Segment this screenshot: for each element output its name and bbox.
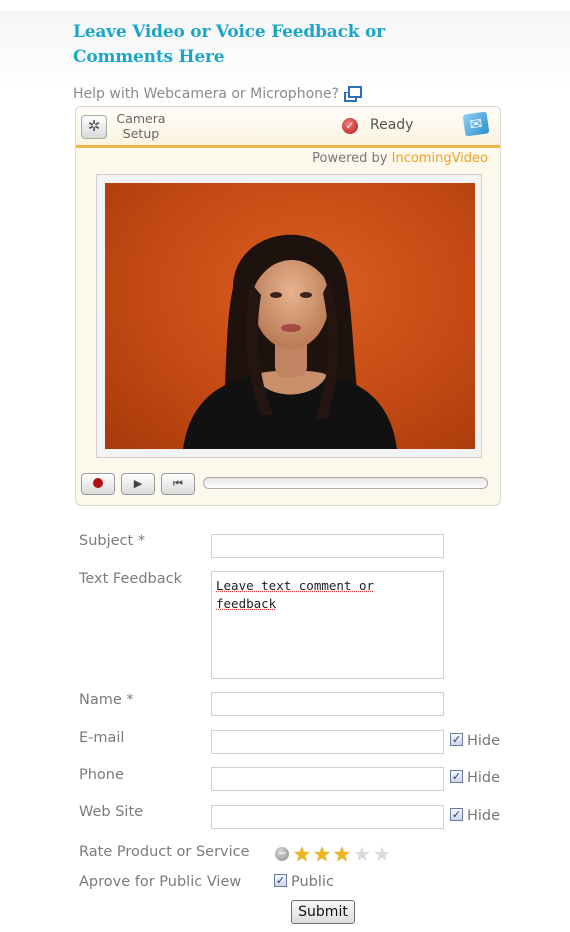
subject-label: Subject * bbox=[79, 533, 146, 549]
text-feedback-label: Text Feedback bbox=[79, 571, 182, 587]
camera-setup-button[interactable]: ✲ bbox=[81, 115, 107, 139]
webcam-person-image bbox=[183, 234, 397, 449]
approve-label: Aprove for Public View bbox=[79, 874, 242, 890]
help-link-text: Help with Webcamera or Microphone? bbox=[73, 86, 340, 102]
hide-label: Hide bbox=[467, 808, 501, 824]
star-icon[interactable]: ★ bbox=[313, 844, 331, 864]
powered-brand[interactable]: IncomingVideo bbox=[392, 151, 488, 166]
website-hide-checkbox[interactable]: ✓ Hide bbox=[450, 808, 500, 824]
help-link[interactable]: Help with Webcamera or Microphone? bbox=[73, 86, 362, 102]
rate-label: Rate Product or Service bbox=[79, 844, 250, 860]
checkbox-checked-icon: ✓ bbox=[450, 808, 463, 821]
video-frame bbox=[96, 174, 482, 458]
star-icon[interactable]: ★ bbox=[293, 844, 311, 864]
text-feedback-textarea[interactable]: Leave text comment or feedback bbox=[211, 571, 444, 679]
email-label: E-mail bbox=[79, 730, 125, 746]
submit-button[interactable]: Submit bbox=[291, 900, 355, 924]
upload-icon[interactable]: ✉ bbox=[462, 111, 490, 137]
play-icon: ▶ bbox=[133, 477, 143, 490]
gear-icon: ✲ bbox=[87, 117, 101, 135]
cancel-rating-icon[interactable]: − bbox=[275, 847, 289, 861]
website-input[interactable] bbox=[211, 805, 444, 829]
popout-icon bbox=[343, 86, 362, 102]
record-button[interactable] bbox=[81, 473, 115, 495]
page-title: Leave Video or Voice Feedback or Comment… bbox=[73, 22, 385, 67]
recorder-toolbar: ✲ Camera Setup ✓ Ready ✉ bbox=[76, 107, 500, 148]
text-feedback-value: Leave text comment or feedback bbox=[216, 578, 375, 611]
hide-label: Hide bbox=[467, 733, 501, 749]
star-icon[interactable]: ★ bbox=[373, 844, 391, 864]
email-hide-checkbox[interactable]: ✓ Hide bbox=[450, 733, 500, 749]
checkbox-checked-icon: ✓ bbox=[450, 733, 463, 746]
email-input[interactable] bbox=[211, 730, 444, 754]
public-label: Public bbox=[291, 874, 334, 890]
record-icon bbox=[93, 478, 103, 488]
phone-label: Phone bbox=[79, 767, 124, 783]
status-text: Ready bbox=[370, 117, 414, 133]
video-recorder: ✲ Camera Setup ✓ Ready ✉ Powered by Inco… bbox=[75, 106, 501, 506]
checkbox-checked-icon: ✓ bbox=[274, 874, 287, 887]
phone-input[interactable] bbox=[211, 767, 444, 791]
rewind-icon: ⏮ bbox=[173, 477, 183, 490]
video-preview bbox=[105, 183, 475, 449]
powered-prefix: Powered by bbox=[312, 151, 392, 166]
camera-setup-label[interactable]: Camera Setup bbox=[111, 111, 171, 141]
public-checkbox[interactable]: ✓ Public bbox=[274, 874, 334, 890]
name-label: Name * bbox=[79, 692, 134, 708]
name-input[interactable] bbox=[211, 692, 444, 716]
website-label: Web Site bbox=[79, 804, 144, 820]
star-icon[interactable]: ★ bbox=[333, 844, 351, 864]
subject-input[interactable] bbox=[211, 534, 444, 558]
star-icon[interactable]: ★ bbox=[353, 844, 371, 864]
phone-hide-checkbox[interactable]: ✓ Hide bbox=[450, 770, 500, 786]
hide-label: Hide bbox=[467, 770, 501, 786]
rewind-button[interactable]: ⏮ bbox=[161, 473, 195, 495]
play-button[interactable]: ▶ bbox=[121, 473, 155, 495]
playback-controls: ▶ ⏮ bbox=[81, 473, 493, 495]
progress-bar[interactable] bbox=[203, 477, 488, 489]
ready-check-icon: ✓ bbox=[342, 118, 358, 134]
checkbox-checked-icon: ✓ bbox=[450, 770, 463, 783]
powered-by: Powered by IncomingVideo bbox=[312, 151, 488, 166]
